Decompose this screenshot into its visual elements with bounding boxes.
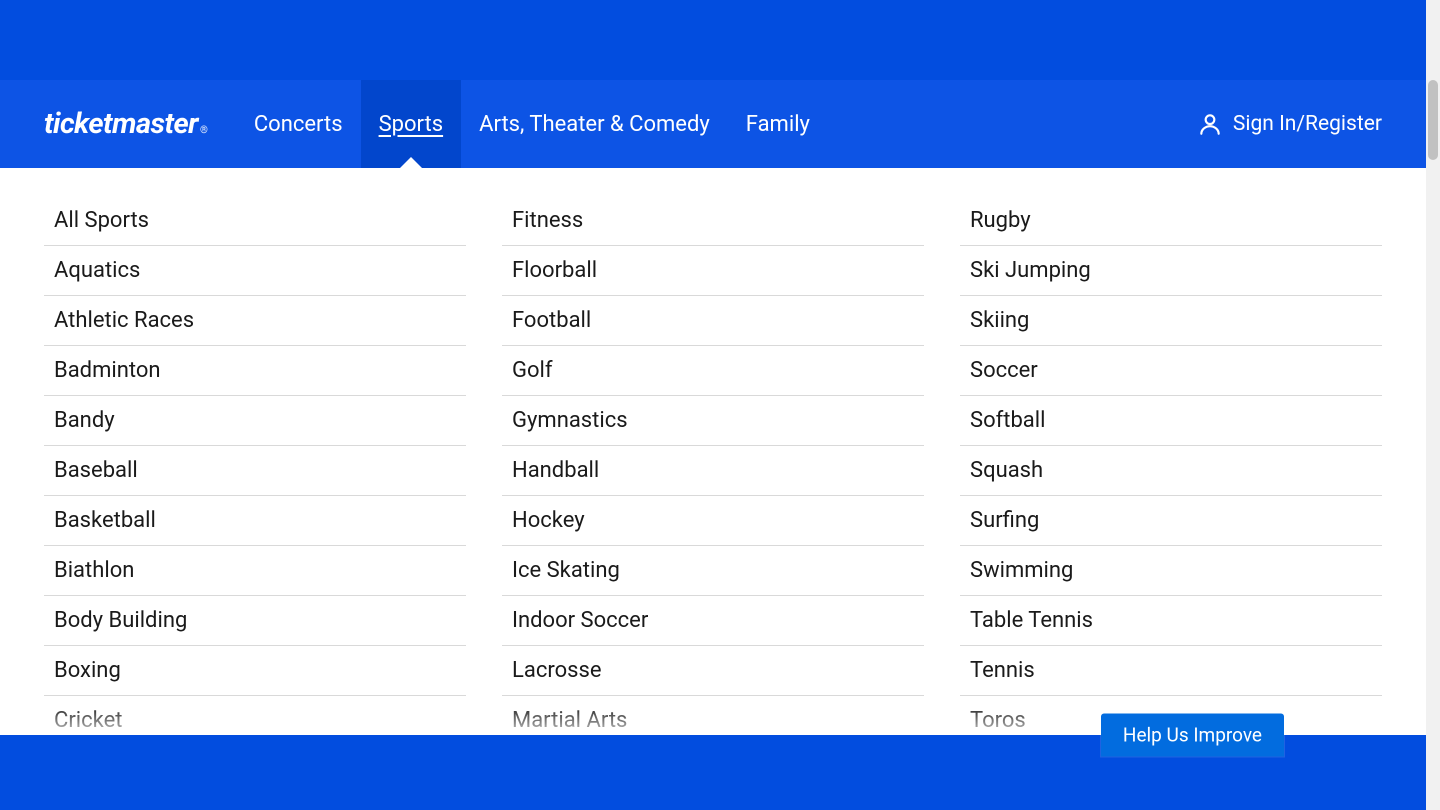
dropdown-item[interactable]: Lacrosse	[502, 646, 924, 696]
nav-label: Arts, Theater & Comedy	[479, 112, 710, 137]
sports-dropdown: All Sports Aquatics Athletic Races Badmi…	[0, 168, 1426, 746]
user-icon	[1197, 111, 1223, 137]
dropdown-item[interactable]: Squash	[960, 446, 1382, 496]
dropdown-item[interactable]: Skiing	[960, 296, 1382, 346]
dropdown-item[interactable]: Indoor Soccer	[502, 596, 924, 646]
dropdown-item[interactable]: Handball	[502, 446, 924, 496]
dropdown-item[interactable]: Body Building	[44, 596, 466, 646]
dropdown-item[interactable]: Ice Skating	[502, 546, 924, 596]
dropdown-item[interactable]: Rugby	[960, 196, 1382, 246]
dropdown-item[interactable]: Swimming	[960, 546, 1382, 596]
vertical-scrollbar-track[interactable]	[1426, 0, 1440, 810]
nav-label: Sports	[379, 112, 444, 137]
dropdown-item[interactable]: Football	[502, 296, 924, 346]
nav-label: Concerts	[254, 112, 343, 137]
nav-label: Family	[746, 112, 810, 137]
dropdown-item[interactable]: Athletic Races	[44, 296, 466, 346]
main-navbar: ticketmaster ® Concerts Sports Arts, The…	[0, 80, 1426, 168]
brand-logo[interactable]: ticketmaster ®	[44, 107, 208, 141]
dropdown-column-3: Rugby Ski Jumping Skiing Soccer Softball…	[960, 196, 1382, 746]
help-us-improve-button[interactable]: Help Us Improve	[1101, 714, 1284, 757]
nav-arts-theater-comedy[interactable]: Arts, Theater & Comedy	[461, 80, 728, 168]
dropdown-item[interactable]: Badminton	[44, 346, 466, 396]
nav-sports[interactable]: Sports	[361, 80, 462, 168]
dropdown-item[interactable]: Golf	[502, 346, 924, 396]
brand-name: ticketmaster	[44, 107, 198, 141]
dropdown-item[interactable]: Tennis	[960, 646, 1382, 696]
dropdown-item[interactable]: Softball	[960, 396, 1382, 446]
nav-links: Concerts Sports Arts, Theater & Comedy F…	[236, 80, 828, 168]
dropdown-item[interactable]: Soccer	[960, 346, 1382, 396]
dropdown-item[interactable]: Table Tennis	[960, 596, 1382, 646]
sign-in-label: Sign In/Register	[1233, 112, 1382, 136]
dropdown-item[interactable]: Gymnastics	[502, 396, 924, 446]
dropdown-item[interactable]: Biathlon	[44, 546, 466, 596]
dropdown-item[interactable]: Ski Jumping	[960, 246, 1382, 296]
dropdown-column-1: All Sports Aquatics Athletic Races Badmi…	[44, 196, 466, 746]
nav-concerts[interactable]: Concerts	[236, 80, 361, 168]
dropdown-item[interactable]: Fitness	[502, 196, 924, 246]
vertical-scrollbar-thumb[interactable]	[1428, 80, 1438, 160]
dropdown-column-2: Fitness Floorball Football Golf Gymnasti…	[502, 196, 924, 746]
top-banner	[0, 0, 1426, 80]
brand-registered-mark: ®	[200, 125, 208, 136]
dropdown-item[interactable]: Floorball	[502, 246, 924, 296]
dropdown-item[interactable]: Boxing	[44, 646, 466, 696]
help-label: Help Us Improve	[1123, 724, 1262, 747]
dropdown-item[interactable]: Surfing	[960, 496, 1382, 546]
dropdown-item[interactable]: All Sports	[44, 196, 466, 246]
dropdown-item[interactable]: Basketball	[44, 496, 466, 546]
sign-in-register[interactable]: Sign In/Register	[1197, 111, 1382, 137]
dropdown-item[interactable]: Hockey	[502, 496, 924, 546]
dropdown-item[interactable]: Baseball	[44, 446, 466, 496]
dropdown-item[interactable]: Aquatics	[44, 246, 466, 296]
dropdown-item[interactable]: Bandy	[44, 396, 466, 446]
nav-family[interactable]: Family	[728, 80, 828, 168]
